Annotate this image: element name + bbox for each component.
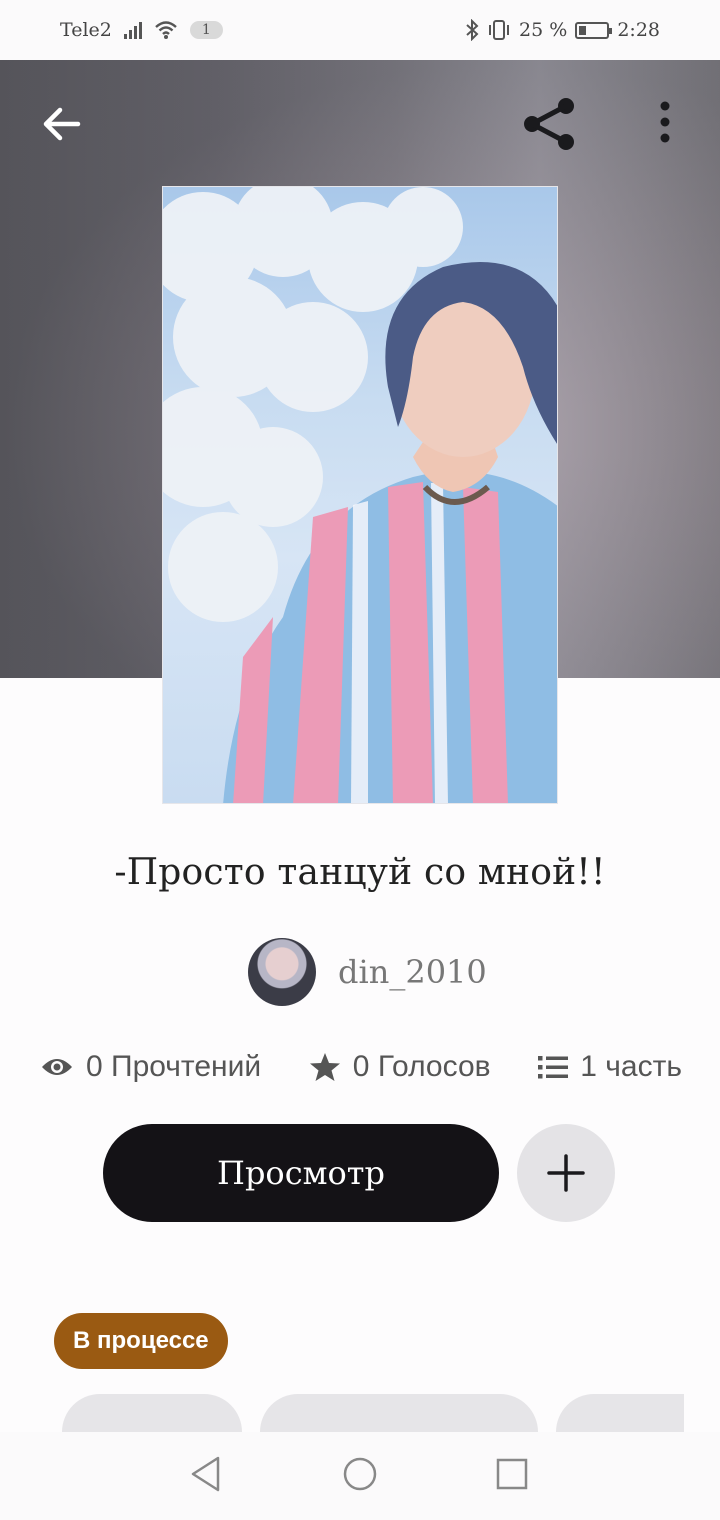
story-title: -Просто танцуй со мной!! — [114, 852, 606, 893]
story-stats: 0 Прочтений 0 Голосов 1 часть — [40, 1050, 682, 1084]
wifi-icon — [155, 21, 177, 39]
votes-stat: 0 Голосов — [309, 1050, 491, 1084]
tag-chip[interactable] — [260, 1394, 538, 1432]
reads-count: 0 Прочтений — [86, 1050, 262, 1083]
battery-icon — [575, 21, 613, 39]
nav-recents-icon[interactable] — [494, 1454, 530, 1494]
read-button[interactable]: Просмотр — [103, 1124, 499, 1222]
story-cover-image[interactable] — [162, 186, 558, 804]
system-navigation-bar — [0, 1432, 720, 1520]
clock: 2:28 — [617, 19, 660, 41]
author-link[interactable]: din_2010 — [248, 938, 487, 1006]
author-name[interactable]: din_2010 — [338, 953, 487, 991]
author-avatar[interactable] — [248, 938, 316, 1006]
more-vertical-icon[interactable] — [656, 100, 674, 146]
nav-home-icon[interactable] — [342, 1454, 378, 1494]
votes-count: 0 Голосов — [352, 1050, 491, 1083]
plus-icon — [547, 1154, 585, 1192]
status-badge: В процессе — [54, 1313, 228, 1369]
arrow-left-icon[interactable] — [38, 100, 86, 148]
tags-row — [62, 1394, 684, 1432]
eye-icon — [42, 1059, 72, 1075]
carrier-label: Tele2 — [60, 19, 112, 41]
tag-chip[interactable] — [62, 1394, 242, 1432]
parts-count[interactable]: 1 часть — [580, 1050, 682, 1084]
list-icon — [538, 1056, 569, 1079]
bluetooth-icon — [466, 19, 479, 41]
reads-stat: 0 Прочтений — [40, 1050, 261, 1084]
battery-percent: 25 % — [519, 19, 568, 41]
vibrate-icon — [489, 20, 510, 40]
nav-back-icon[interactable] — [188, 1454, 224, 1494]
star-icon — [309, 1053, 340, 1081]
add-to-library-button[interactable] — [517, 1124, 615, 1222]
notification-badge: 1 — [189, 21, 223, 39]
signal-icon — [123, 21, 142, 39]
share-icon[interactable] — [520, 96, 578, 154]
tag-chip[interactable] — [556, 1394, 684, 1432]
parts-stat[interactable]: 1 часть — [538, 1050, 682, 1084]
status-bar: Tele2 1 25 % 2:28 — [0, 0, 720, 60]
